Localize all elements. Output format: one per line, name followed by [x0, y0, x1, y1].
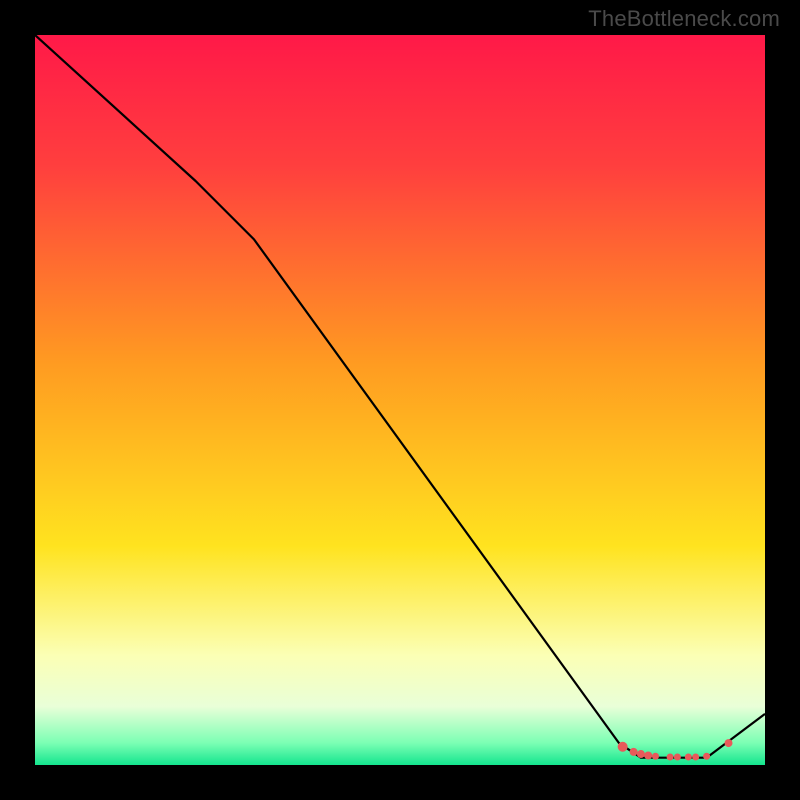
chart-frame: TheBottleneck.com [0, 0, 800, 800]
plot-area [35, 35, 765, 765]
watermark-text: TheBottleneck.com [588, 6, 780, 32]
chart-svg [35, 35, 765, 765]
